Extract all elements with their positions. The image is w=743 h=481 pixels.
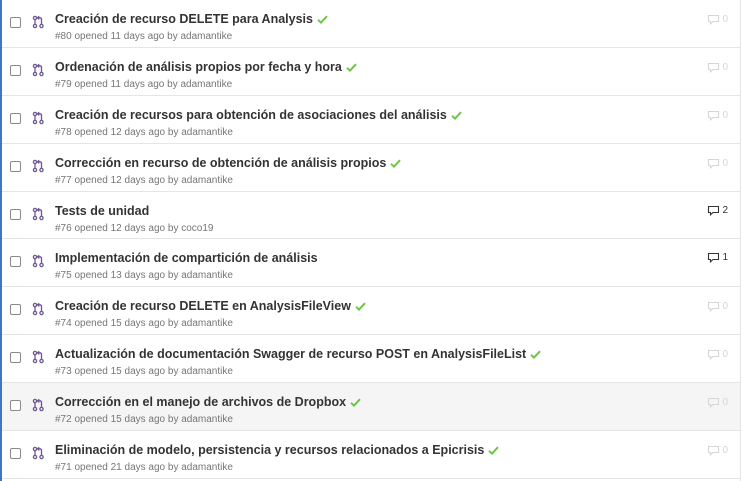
select-checkbox[interactable] [10, 208, 21, 220]
pull-request-title-text: Creación de recurso DELETE para Analysis [55, 12, 313, 26]
comment-icon [708, 158, 720, 169]
pull-request-title-text: Actualización de documentación Swagger d… [55, 347, 527, 362]
pull-request-title-text: Ordenación de análisis propios por fecha… [55, 59, 342, 74]
list-item[interactable]: Creación de recurso DELETE en AnalysisFi… [2, 287, 740, 336]
comment-count[interactable]: 0 [707, 445, 728, 457]
comment-icon [708, 253, 720, 264]
pull-request-meta: #78 opened 12 days ago by adamantike [55, 126, 233, 138]
list-item[interactable]: Implementación de compartición de anális… [2, 239, 740, 288]
comment-icon [708, 445, 720, 457]
list-item[interactable]: Actualización de documentación Swagger d… [2, 335, 740, 384]
comment-icon [708, 302, 720, 313]
git-pull-request-icon [32, 63, 44, 77]
pull-request-meta: #73 opened 15 days ago by adamantike [55, 366, 233, 378]
pull-request-title-text: Implementación de compartición de anális… [55, 251, 318, 266]
pull-request-meta: #71 opened 21 days ago by adamantike [55, 462, 233, 474]
list-item[interactable]: Creación de recurso DELETE para Analysis… [2, 0, 740, 48]
comment-count[interactable]: 0 [707, 158, 728, 169]
select-checkbox[interactable] [10, 352, 21, 364]
comment-count[interactable]: 0 [707, 301, 728, 313]
git-pull-request-icon [32, 350, 44, 364]
check-icon [390, 157, 402, 171]
check-icon [355, 300, 366, 314]
git-pull-request-icon [32, 207, 44, 221]
pull-request-meta: #79 opened 11 days ago by adamantike [55, 78, 233, 90]
pull-request-meta: #72 opened 15 days ago by adamantike [55, 414, 233, 426]
comment-count-label: 0 [722, 14, 728, 25]
comment-count[interactable]: 0 [707, 397, 728, 409]
pull-request-title[interactable]: Eliminación de modelo, persistencia y re… [55, 443, 500, 458]
comment-count[interactable]: 0 [707, 62, 728, 73]
pull-request-title[interactable]: Tests de unidad [55, 204, 149, 218]
list-item[interactable]: Corrección en el manejo de archivos de D… [2, 383, 740, 432]
comment-count-label: 0 [722, 301, 728, 313]
comment-icon [708, 398, 720, 409]
pull-request-title[interactable]: Corrección en el manejo de archivos de D… [55, 395, 361, 410]
pull-request-title[interactable]: Corrección en recurso de obtención de an… [55, 155, 402, 171]
pull-request-title-text: Corrección en el manejo de archivos de D… [55, 395, 347, 410]
comment-count[interactable]: 1 [707, 252, 728, 264]
git-pull-request-icon [32, 15, 44, 29]
select-checkbox[interactable] [10, 112, 21, 124]
comment-count-label: 0 [722, 397, 728, 409]
pull-request-list: Creación de recurso DELETE para Analysis… [0, 0, 741, 481]
pull-request-title-text: Creación de recurso DELETE en AnalysisFi… [55, 299, 351, 314]
select-checkbox[interactable] [10, 160, 21, 172]
check-icon [530, 348, 541, 362]
check-icon [317, 13, 328, 27]
comment-count-label: 0 [722, 157, 728, 169]
list-item[interactable]: Creación de recursos para obtención de a… [2, 95, 740, 144]
pull-request-title-text: Tests de unidad [55, 203, 150, 218]
comment-count-label: 0 [722, 349, 728, 361]
comment-count[interactable]: 2 [707, 205, 728, 216]
comment-count[interactable]: 0 [707, 14, 728, 25]
pull-request-title[interactable]: Ordenación de análisis propios por fecha… [55, 60, 357, 75]
pull-request-meta: #77 opened 12 days ago by adamantike [55, 174, 233, 186]
select-checkbox[interactable] [10, 304, 21, 316]
check-icon [488, 444, 500, 458]
pull-request-title[interactable]: Actualización de documentación Swagger d… [55, 347, 541, 362]
comment-icon [708, 205, 720, 216]
comment-icon [708, 350, 720, 361]
comment-count-label: 1 [722, 252, 728, 264]
comment-icon [708, 110, 720, 121]
check-icon [346, 61, 357, 75]
comment-count-label: 0 [722, 445, 728, 457]
pull-request-meta: #74 opened 15 days ago by adamantike [55, 318, 233, 330]
comment-count[interactable]: 0 [707, 349, 728, 361]
pull-request-title[interactable]: Implementación de compartición de anális… [55, 251, 318, 265]
select-checkbox[interactable] [10, 400, 21, 412]
comment-icon [708, 14, 720, 25]
git-pull-request-icon [32, 302, 44, 316]
list-item[interactable]: Tests de unidad #76 opened 12 days ago by… [2, 191, 740, 240]
git-pull-request-icon [32, 446, 44, 460]
list-item[interactable]: Ordenación de análisis propios por fecha… [2, 47, 740, 96]
pull-request-title[interactable]: Creación de recurso DELETE en AnalysisFi… [55, 299, 366, 314]
pull-request-meta: #75 opened 13 days ago by adamantike [55, 270, 233, 282]
comment-count-label: 2 [722, 204, 728, 216]
list-item[interactable]: Eliminación de modelo, persistencia y re… [2, 431, 740, 479]
git-pull-request-icon [32, 254, 44, 268]
pull-request-title[interactable]: Creación de recursos para obtención de a… [55, 108, 462, 123]
list-item[interactable]: Corrección en recurso de obtención de an… [2, 143, 740, 192]
select-checkbox[interactable] [10, 448, 21, 460]
select-checkbox[interactable] [10, 17, 21, 28]
pull-request-title[interactable]: Creación de recurso DELETE para Analysis [55, 12, 328, 27]
pull-request-meta: #80 opened 11 days ago by adamantike [55, 31, 233, 42]
pull-request-title-text: Creación de recursos para obtención de a… [55, 107, 447, 122]
git-pull-request-icon [32, 111, 44, 125]
select-checkbox[interactable] [10, 64, 21, 76]
comment-count-label: 0 [722, 109, 728, 121]
git-pull-request-icon [32, 398, 44, 412]
comment-count[interactable]: 0 [707, 110, 728, 121]
check-icon [350, 396, 361, 410]
comment-count-label: 0 [722, 61, 728, 73]
comment-icon [708, 62, 720, 73]
select-checkbox[interactable] [10, 256, 21, 268]
pull-request-title-text: Corrección en recurso de obtención de an… [55, 155, 387, 170]
check-icon [451, 109, 462, 123]
git-pull-request-icon [32, 159, 44, 173]
pull-request-meta: #76 opened 12 days ago by coco19 [55, 222, 214, 234]
pull-request-title-text: Eliminación de modelo, persistencia y re… [55, 443, 485, 458]
